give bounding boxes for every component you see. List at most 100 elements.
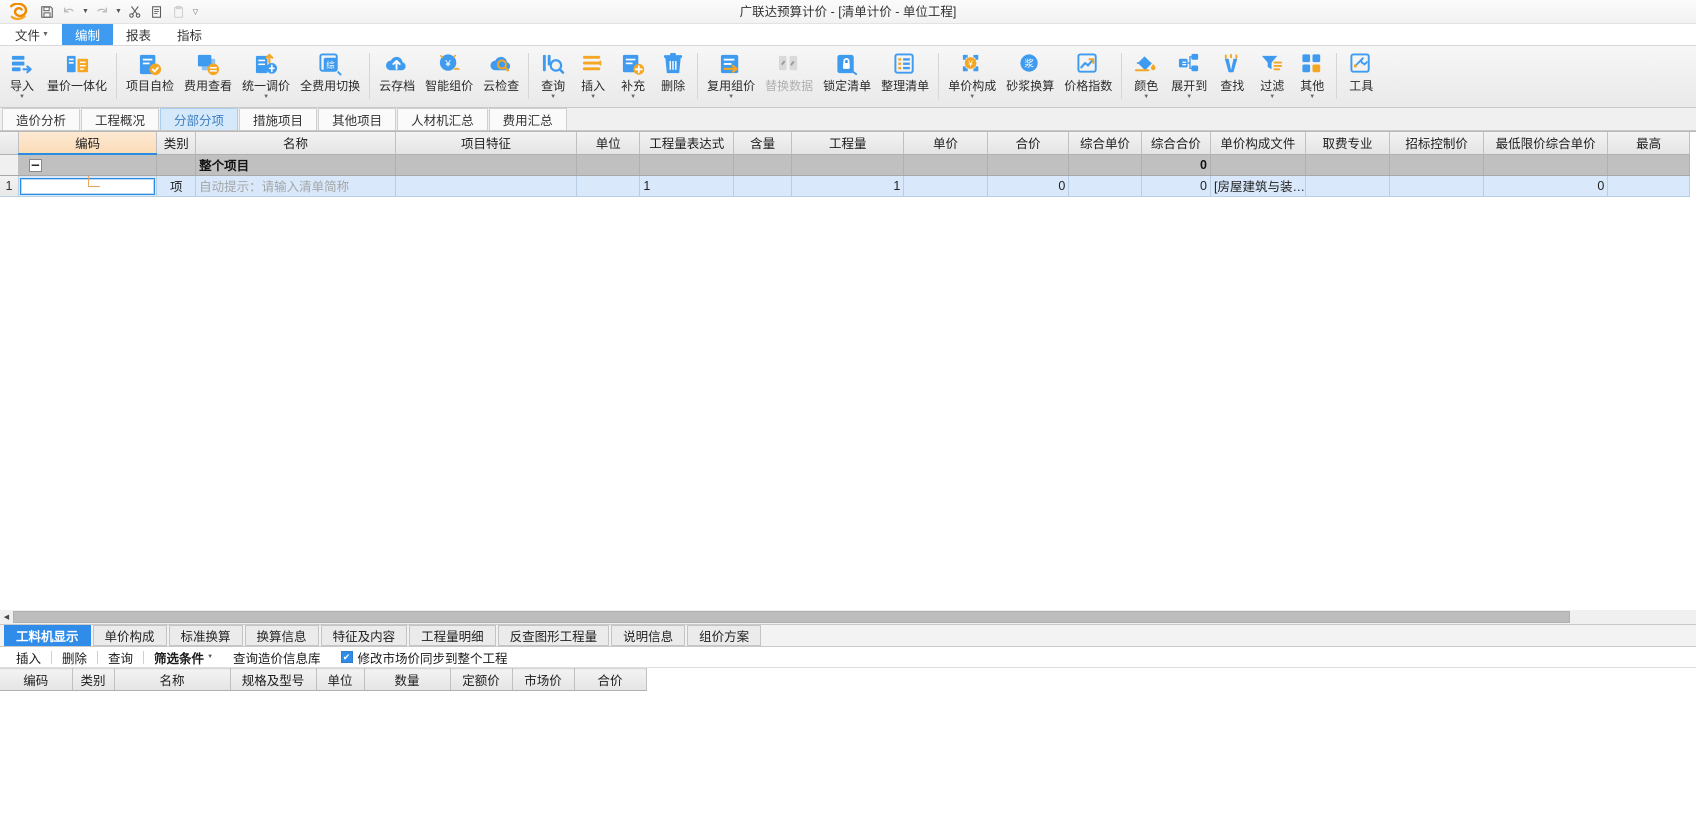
filter-conditions-link[interactable]: 筛选条件 ▼ [144, 648, 223, 667]
grid-column-header-1[interactable]: 类别 [156, 132, 197, 155]
chevron-down-icon[interactable]: ▼ [263, 94, 269, 100]
view-tab-5[interactable]: 人材机汇总 [397, 108, 488, 130]
bottom-column-header-0[interactable]: 编码 [0, 668, 73, 691]
grid-cell[interactable] [1305, 175, 1391, 197]
grid-cell[interactable] [1305, 154, 1391, 176]
grid-cell[interactable] [395, 175, 578, 197]
grid-cell[interactable] [395, 154, 578, 176]
ribbon-button-color-fill[interactable]: 颜色 ▼ [1126, 48, 1166, 106]
grid-cell[interactable]: 1 [639, 175, 735, 197]
ribbon-button-reuse-pricing[interactable]: 复用组价 ▼ [702, 48, 760, 106]
scrollbar-track[interactable] [13, 611, 1696, 623]
bottom-tab-1[interactable]: 单价构成 [92, 625, 167, 646]
scroll-left-arrow[interactable]: ◀ [0, 610, 13, 624]
chevron-down-icon[interactable]: ▼ [969, 94, 975, 100]
chevron-down-icon[interactable]: ▼ [1269, 94, 1275, 100]
view-tab-3[interactable]: 措施项目 [239, 108, 318, 130]
view-tab-6[interactable]: 费用汇总 [488, 108, 567, 130]
chevron-down-icon[interactable]: ▼ [1143, 94, 1149, 100]
grid-cell[interactable] [733, 154, 793, 176]
grid-cell[interactable] [1607, 154, 1690, 176]
paste-icon[interactable] [168, 1, 190, 23]
grid-cell[interactable] [987, 154, 1070, 176]
grid-cell[interactable]: 1 [791, 175, 905, 197]
chevron-down-icon[interactable]: ▼ [19, 94, 25, 100]
ribbon-button-import[interactable]: 导入 ▼ [2, 48, 42, 106]
sync-market-price-checkbox[interactable]: ✔ 修改市场价同步到整个工程 [340, 648, 508, 667]
grid-cell[interactable]: 自动提示：请输入清单简称 [195, 175, 396, 197]
grid-column-header-15[interactable]: 最低限价综合单价 [1483, 132, 1609, 155]
grid-horizontal-scrollbar[interactable]: ◀ [0, 610, 1696, 624]
price-info-library-link[interactable]: 查询造价信息库 [223, 648, 331, 667]
grid-column-header-16[interactable]: 最高 [1607, 132, 1690, 155]
bottom-tab-5[interactable]: 工程量明细 [409, 625, 496, 646]
table-row[interactable]: − 整个项目 0 [0, 154, 1690, 176]
bottom-column-header-8[interactable]: 合价 [574, 668, 647, 691]
grid-column-header-3[interactable]: 项目特征 [395, 132, 578, 155]
bottom-tab-6[interactable]: 反查图形工程量 [497, 625, 610, 646]
grid-column-header-7[interactable]: 工程量 [791, 132, 905, 155]
grid-column-header-2[interactable]: 名称 [195, 132, 396, 155]
query-link[interactable]: 查询 [98, 648, 143, 667]
grid-column-header-11[interactable]: 综合合价 [1141, 132, 1211, 155]
ribbon-button-insert[interactable]: 插入 ▼ [573, 48, 613, 106]
grid-column-header-9[interactable]: 合价 [987, 132, 1070, 155]
grid-cell[interactable]: 0 [1141, 154, 1211, 176]
grid-cell[interactable]: [房屋建筑与装… [1210, 175, 1306, 197]
grid-cell[interactable]: 0 [987, 175, 1070, 197]
bottom-column-header-4[interactable]: 单位 [316, 668, 365, 691]
grid-cell[interactable] [903, 154, 988, 176]
chevron-down-icon[interactable]: ▼ [630, 94, 636, 100]
grid-column-header-4[interactable]: 单位 [576, 132, 641, 155]
ribbon-button-cloud-archive[interactable]: 云存档 [374, 48, 420, 106]
bottom-tab-2[interactable]: 标准换算 [168, 625, 243, 646]
row-expander-collapse-icon[interactable]: − [28, 158, 42, 172]
scrollbar-thumb[interactable] [13, 611, 1570, 623]
grid-cell[interactable] [733, 175, 793, 197]
ribbon-button-trash[interactable]: 删除 [653, 48, 693, 106]
view-tab-4[interactable]: 其他项目 [318, 108, 397, 130]
ribbon-button-cloud-check[interactable]: 云检查 [478, 48, 524, 106]
view-tab-1[interactable]: 工程概况 [81, 108, 160, 130]
grid-cell[interactable] [1068, 175, 1142, 197]
grid-cell[interactable] [576, 154, 641, 176]
ribbon-button-unit-price-composition[interactable]: ¥ 单价构成 ▼ [943, 48, 1001, 106]
grid-cell[interactable] [1210, 154, 1306, 176]
grid-column-header-5[interactable]: 工程量表达式 [639, 132, 735, 155]
grid-cell[interactable]: 项 [156, 175, 197, 197]
ribbon-button-expand-to[interactable]: 展开到 ▼ [1166, 48, 1212, 106]
grid-cell[interactable] [1483, 154, 1609, 176]
chevron-down-icon[interactable]: ▼ [1309, 94, 1315, 100]
menu-item-report[interactable]: 报表 [113, 24, 164, 45]
grid-cell[interactable]: − [18, 154, 158, 176]
undo-dropdown-caret[interactable]: ▼ [80, 1, 91, 23]
bottom-tab-7[interactable]: 说明信息 [611, 625, 686, 646]
grid-cell[interactable] [791, 154, 905, 176]
ribbon-button-filter[interactable]: 过滤 ▼ [1252, 48, 1292, 106]
grid-column-header-12[interactable]: 单价构成文件 [1210, 132, 1306, 155]
grid-cell[interactable] [1068, 154, 1142, 176]
ribbon-button-find[interactable]: 查找 [1212, 48, 1252, 106]
ribbon-button-full-cost-switch[interactable]: 综全费用切换 [295, 48, 365, 106]
menu-item-indicator[interactable]: 指标 [164, 24, 215, 45]
view-tab-0[interactable]: 造价分析 [2, 108, 81, 130]
grid-cell[interactable] [1389, 175, 1485, 197]
redo-icon[interactable] [91, 1, 113, 23]
chevron-down-icon[interactable]: ▼ [550, 94, 556, 100]
grid-column-header-10[interactable]: 综合单价 [1068, 132, 1142, 155]
grid-column-header-6[interactable]: 含量 [733, 132, 793, 155]
menu-item-edit[interactable]: 编制 [61, 24, 113, 45]
ribbon-button-quantity-price[interactable]: 量价一体化 [42, 48, 112, 106]
insert-link[interactable]: 插入 [6, 648, 51, 667]
bottom-tab-0[interactable]: 工料机显示 [4, 625, 91, 646]
ribbon-button-tools[interactable]: 工具 [1341, 48, 1381, 106]
grid-cell[interactable] [1389, 154, 1485, 176]
bottom-column-header-2[interactable]: 名称 [114, 668, 231, 691]
grid-cell[interactable]: 0 [1141, 175, 1211, 197]
ribbon-button-project-check[interactable]: 项目自检 [121, 48, 179, 106]
row-number-cell[interactable]: 1 [0, 175, 19, 197]
bottom-column-header-6[interactable]: 定额价 [450, 668, 513, 691]
bottom-column-header-3[interactable]: 规格及型号 [230, 668, 317, 691]
row-number-cell[interactable] [0, 154, 19, 176]
chevron-down-icon[interactable]: ▼ [728, 94, 734, 100]
